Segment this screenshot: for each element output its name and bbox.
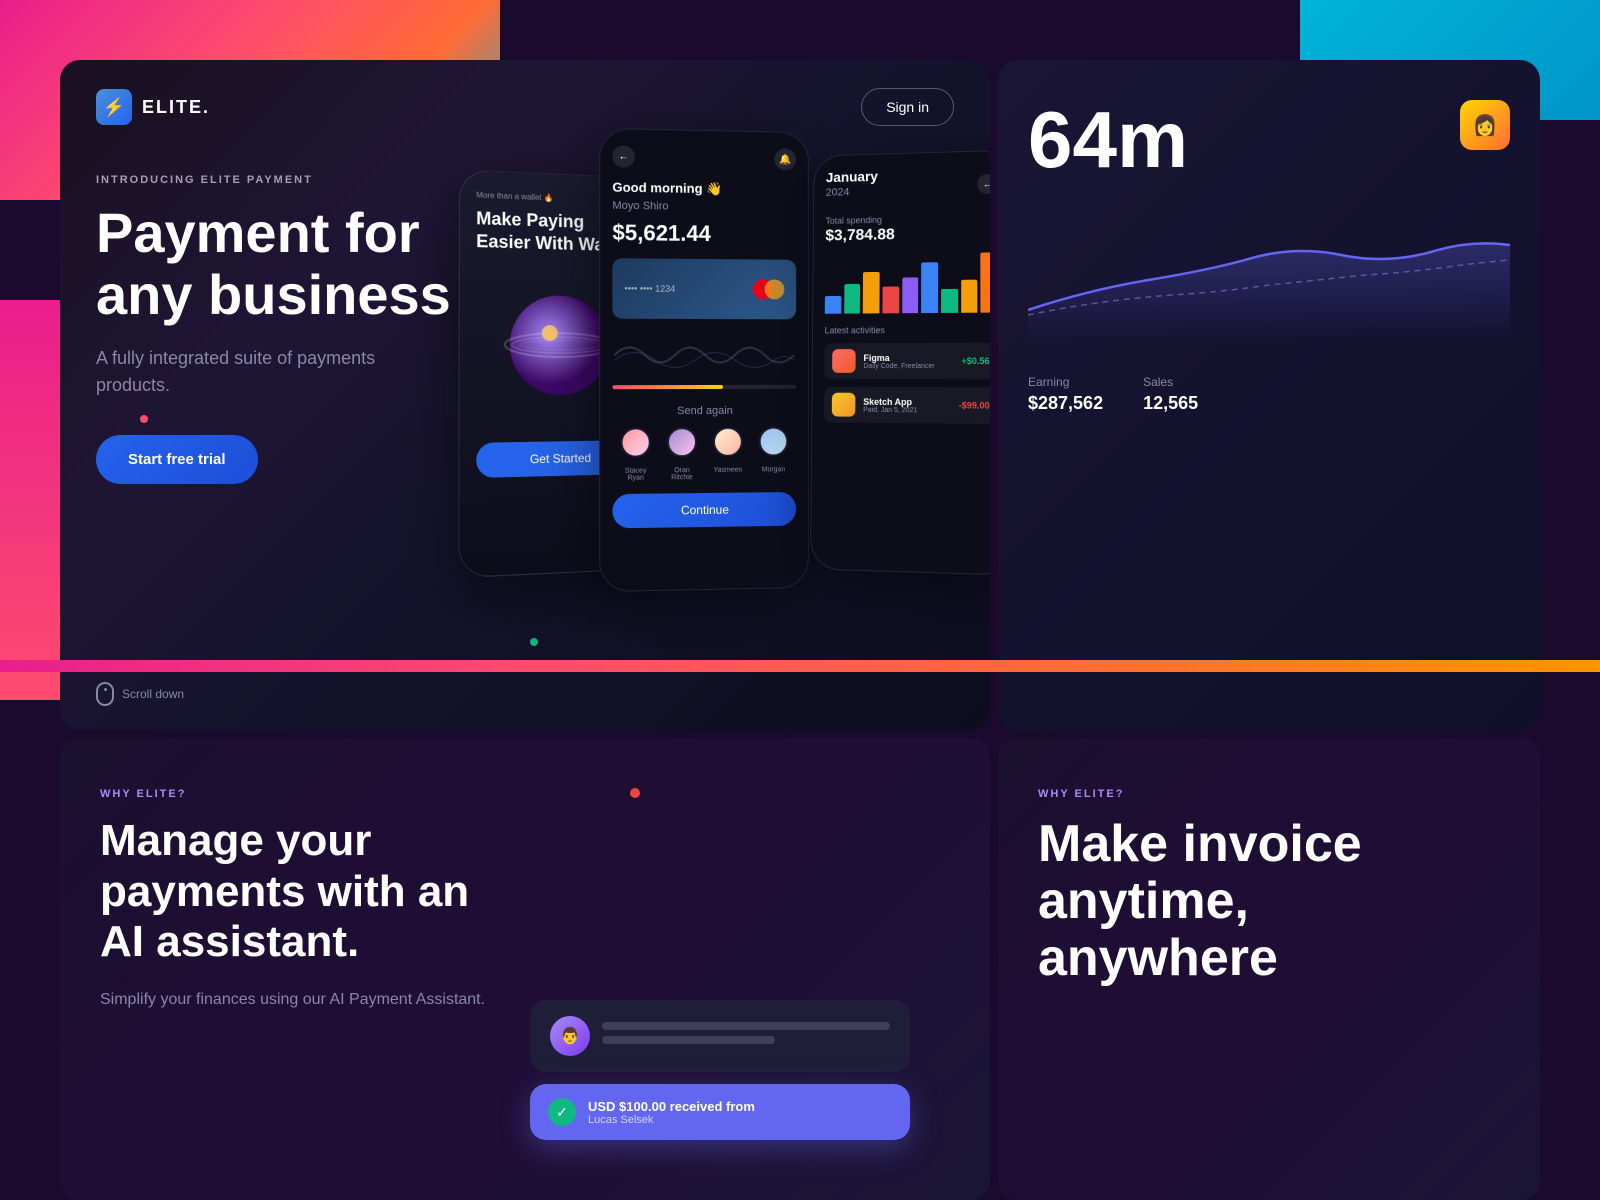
hero-subtitle: A fully integrated suite of payments pro… (96, 345, 376, 399)
phone-right: January 2024 ← Total spending $3,784.88 (810, 150, 990, 576)
chat-line-2 (602, 1036, 775, 1044)
bottom-left-card: WHY ELITE? Manage your payments with an … (60, 738, 990, 1200)
notification-from: Lucas Selsek (588, 1114, 755, 1126)
earning-label: Earning (1028, 375, 1103, 389)
progress-bar (612, 385, 796, 389)
card-visual: •••• •••• 1234 (612, 258, 796, 319)
avatar-1 (620, 427, 650, 457)
waveform (612, 335, 796, 375)
year-label: 2024 (826, 186, 878, 199)
avatar-3 (713, 427, 743, 457)
activity-figma: Figma Daily Code, Freelancer +$0.56 (824, 343, 990, 379)
scroll-icon (96, 682, 114, 706)
scroll-down: Scroll down (96, 682, 184, 706)
stats-number: 64m (1028, 100, 1188, 180)
avatar-2 (667, 427, 697, 457)
chat-bubble: 👨 (530, 1000, 910, 1072)
user-badge: 👩 (1460, 100, 1510, 150)
arrow-icon[interactable]: ← (977, 174, 990, 194)
user-avatar: 👩 (1460, 100, 1510, 150)
scroll-label: Scroll down (122, 687, 184, 701)
phone-mid: ← 🔔 Good morning 👋 Moyo Shiro $5,621.44 … (599, 128, 809, 592)
figma-icon (832, 349, 856, 373)
stats-card: 64m 👩 Earning $287,562 Sales (998, 60, 1540, 730)
bar-chart (825, 252, 990, 313)
sales-value: 12,565 (1143, 393, 1198, 414)
avatar-row (612, 426, 796, 457)
chat-avatar: 👨 (550, 1016, 590, 1056)
payment-widget: 👨 ✓ USD $100.00 received from Lucas Sels… (530, 1000, 910, 1140)
sketch-icon (832, 393, 856, 417)
brand-name: ELITE. (142, 97, 210, 118)
decorative-dot-5 (630, 788, 640, 798)
notification-amount: USD $100.00 received from (588, 1099, 755, 1114)
back-icon[interactable]: ← (612, 145, 634, 168)
user-name: Moyo Shiro (612, 200, 796, 214)
why-label-right: WHY ELITE? (1038, 788, 1500, 800)
line-chart (1028, 220, 1510, 340)
earning-stat: Earning $287,562 (1028, 375, 1103, 414)
bottom-title: Manage your payments with an AI assistan… (100, 816, 950, 968)
activity-sketch: Sketch App Paid, Jan 5, 2021 -$99.00 (824, 387, 990, 424)
chat-line-1 (602, 1022, 890, 1030)
activities-label: Latest activities (825, 325, 990, 336)
avatar-names: Stacey Ryan Oran Ritchie Yasmeen Morgan (612, 466, 796, 482)
start-trial-button[interactable]: Start free trial (96, 435, 258, 484)
hero-card: ⚡ ELITE. Sign in INTRODUCING ELITE PAYME… (60, 60, 990, 730)
logo-icon: ⚡ (96, 89, 132, 125)
sales-stat: Sales 12,565 (1143, 375, 1198, 414)
greeting: Good morning 👋 (612, 180, 796, 199)
balance: $5,621.44 (612, 220, 796, 248)
avatar-4 (759, 427, 789, 457)
sales-label: Sales (1143, 375, 1198, 389)
total-spending-label: Total spending (825, 212, 990, 225)
mastercard-icon (753, 279, 785, 299)
bell-icon[interactable]: 🔔 (774, 148, 796, 170)
earning-value: $287,562 (1028, 393, 1103, 414)
continue-button[interactable]: Continue (612, 492, 796, 528)
bottom-title-right: Make invoice anytime, anywhere (1038, 816, 1500, 988)
why-label: WHY ELITE? (100, 788, 950, 800)
stats-row: Earning $287,562 Sales 12,565 (1028, 375, 1510, 414)
month-label: January (826, 168, 878, 185)
payment-notification: ✓ USD $100.00 received from Lucas Selsek (530, 1084, 910, 1140)
logo: ⚡ ELITE. (96, 89, 210, 125)
bottom-right-card: WHY ELITE? Make invoice anytime, anywher… (998, 738, 1540, 1200)
check-icon: ✓ (548, 1098, 576, 1126)
total-amount: $3,784.88 (825, 224, 990, 245)
send-again-label: Send again (612, 405, 796, 418)
